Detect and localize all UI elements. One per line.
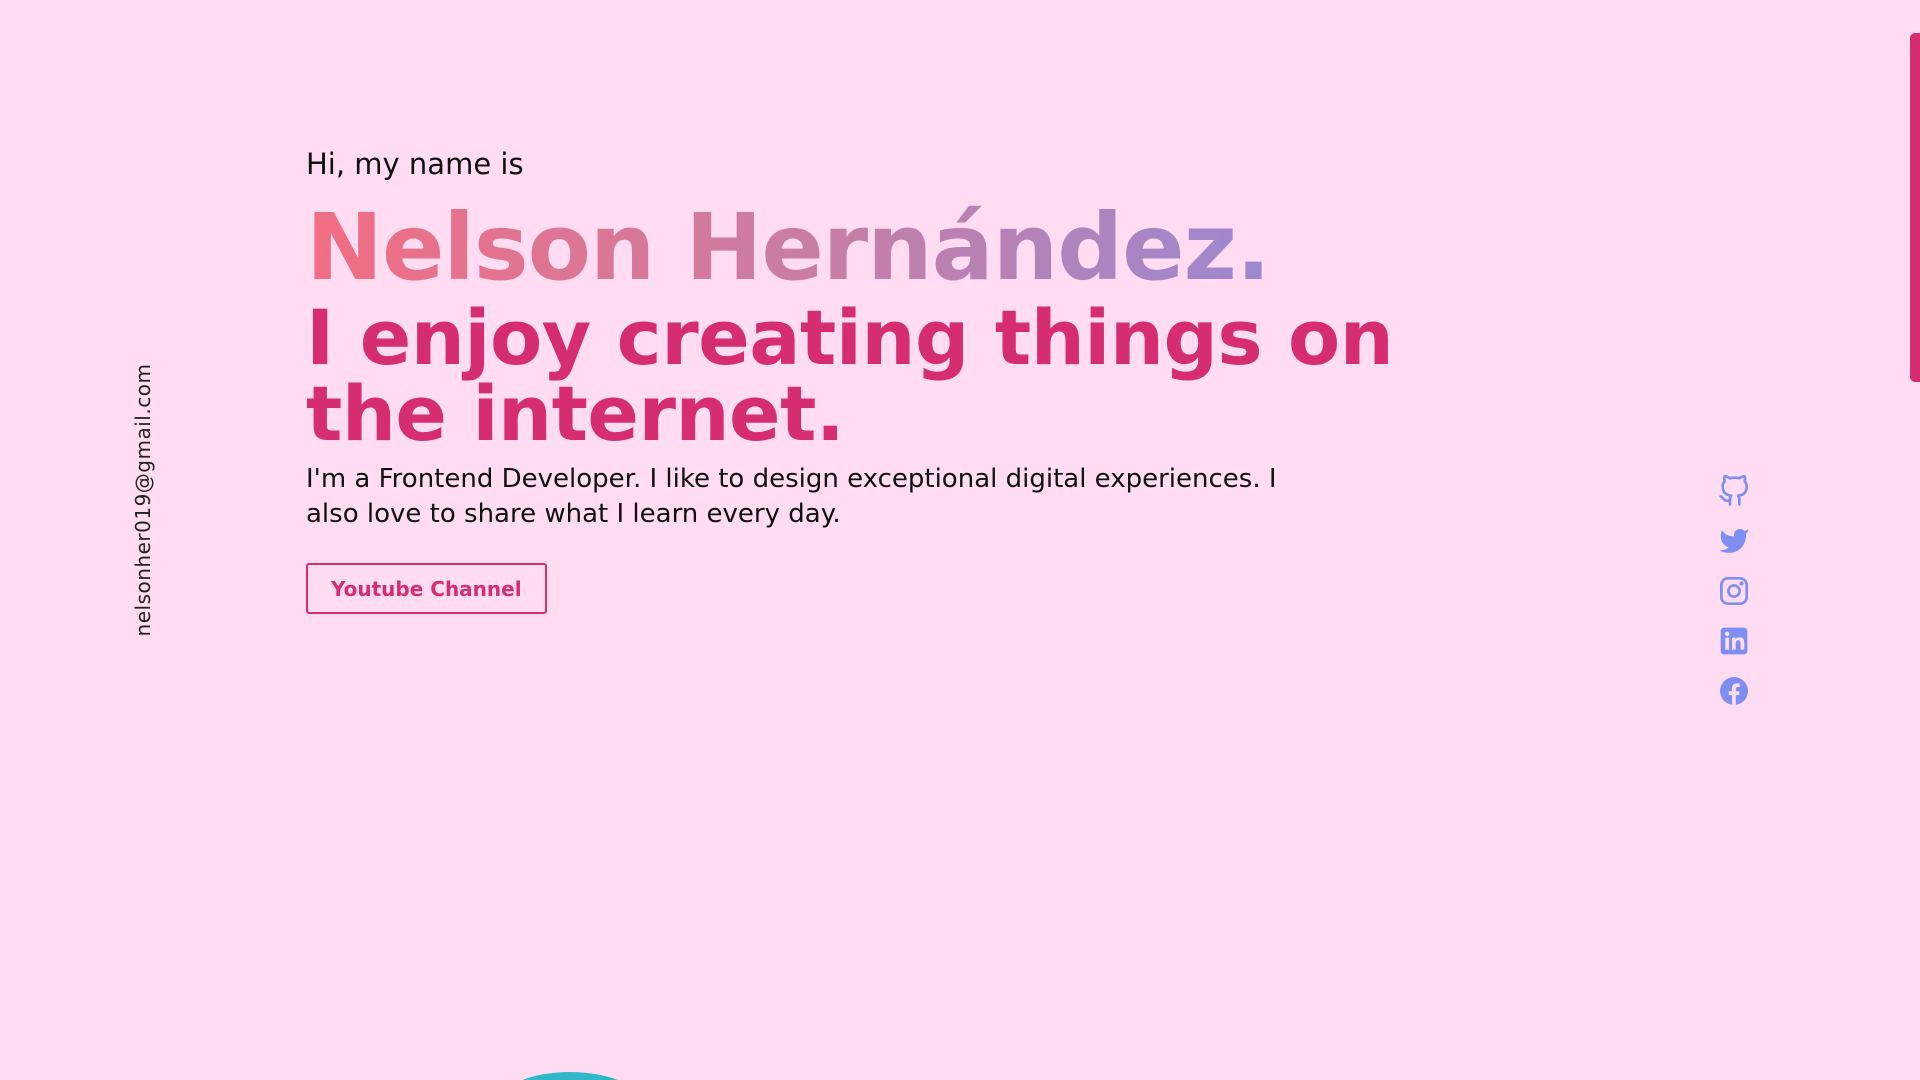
name-heading: Nelson Hernández. [306, 200, 1506, 296]
social-links [1718, 475, 1750, 707]
social-item-linkedin [1718, 625, 1750, 657]
hero-section: Hi, my name is Nelson Hernández. I enjoy… [306, 142, 1506, 614]
social-item-facebook [1718, 675, 1750, 707]
social-item-instagram [1718, 575, 1750, 607]
github-icon [1719, 475, 1748, 506]
social-item-twitter [1718, 525, 1750, 557]
instagram-icon [1720, 577, 1748, 605]
facebook-link[interactable] [1718, 675, 1750, 707]
facebook-icon [1720, 677, 1748, 705]
email-sidebar: nelsonher019@gmail.com [131, 364, 155, 637]
tagline: I enjoy creating things on the internet. [306, 293, 1394, 458]
email-link[interactable]: nelsonher019@gmail.com [131, 364, 155, 637]
bio-text: I'm a Frontend Developer. I like to desi… [306, 464, 1277, 529]
instagram-link[interactable] [1718, 575, 1750, 607]
github-link[interactable] [1718, 475, 1750, 507]
linkedin-icon [1720, 627, 1748, 655]
page: nelsonher019@gmail.com Hi, my name is Ne… [0, 0, 1920, 1080]
greeting: Hi, my name is [306, 147, 524, 181]
youtube-channel-button[interactable]: Youtube Channel [306, 563, 547, 614]
social-item-github [1718, 475, 1750, 507]
decorative-blob [500, 1072, 640, 1080]
scrollbar-thumb[interactable] [1910, 33, 1920, 382]
twitter-link[interactable] [1718, 525, 1750, 557]
linkedin-link[interactable] [1718, 625, 1750, 657]
twitter-icon [1719, 528, 1749, 553]
